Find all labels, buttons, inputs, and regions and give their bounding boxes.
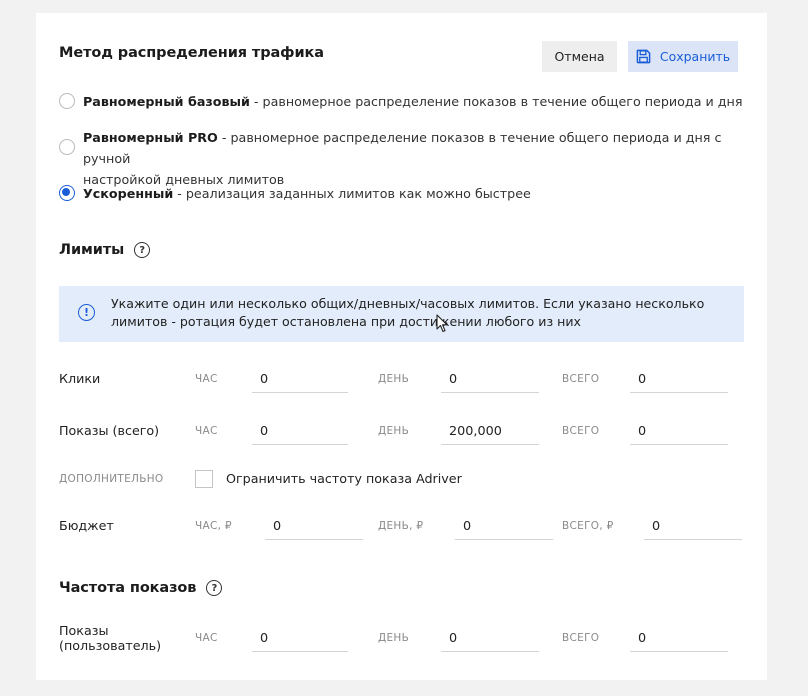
extra-label: ДОПОЛНИТЕЛЬНО [59,473,164,485]
budget-hour-label: ЧАС, ₽ [195,520,232,532]
settings-card: Метод распределения трафика Отмена Сохра… [36,13,767,680]
limits-header: Лимиты ? [59,242,151,258]
limits-section-title: Лимиты [59,242,125,258]
floppy-disk-icon [636,49,651,64]
user-impressions-label: Показы (пользователь) [59,623,162,653]
user-day-label: ДЕНЬ [378,632,410,644]
impressions-day-label: ДЕНЬ [378,425,410,437]
radio-button[interactable] [59,93,75,109]
clicks-day-label: ДЕНЬ [378,373,410,385]
mouse-cursor-icon [436,314,448,333]
impressions-hour-input[interactable]: 0 [252,419,348,445]
impressions-day-input[interactable]: 200,000 [441,419,539,445]
clicks-label: Клики [59,371,101,386]
impressions-total-input[interactable]: 0 [630,419,728,445]
impressions-hour-label: ЧАС [195,425,218,437]
budget-day-label: ДЕНЬ, ₽ [378,520,424,532]
budget-total-input[interactable]: 0 [644,514,742,540]
info-icon: ! [78,304,95,321]
budget-hour-input[interactable]: 0 [265,514,363,540]
clicks-hour-input[interactable]: 0 [252,367,348,393]
budget-label: Бюджет [59,518,114,533]
frequency-limit-checkbox[interactable] [195,470,213,488]
impressions-total-label: ВСЕГО [562,425,600,437]
user-hour-label: ЧАС [195,632,218,644]
frequency-section-title: Частота показов [59,580,197,596]
impressions-label: Показы (всего) [59,423,160,438]
cancel-button-label: Отмена [554,49,605,64]
user-total-input[interactable]: 0 [630,626,728,652]
budget-total-label: ВСЕГО, ₽ [562,520,614,532]
info-text: Укажите один или несколько общих/дневных… [111,296,705,329]
radio-option-accelerated[interactable]: Ускоренный - реализация заданных лимитов… [59,183,531,204]
frequency-limit-checkbox-label[interactable]: Ограничить частоту показа Adriver [226,471,462,486]
clicks-hour-label: ЧАС [195,373,218,385]
traffic-section-title: Метод распределения трафика [59,45,324,61]
option-title: Равномерный PRO [83,130,218,145]
option-title: Ускоренный [83,186,174,201]
cancel-button[interactable]: Отмена [542,41,617,72]
clicks-day-input[interactable]: 0 [441,367,539,393]
save-button[interactable]: Сохранить [628,41,738,72]
radio-button-selected[interactable] [59,185,75,201]
radio-option-uniform-basic[interactable]: Равномерный базовый - равномерное распре… [59,91,743,112]
limits-info-banner: ! Укажите один или несколько общих/дневн… [59,286,744,342]
user-hour-input[interactable]: 0 [252,626,348,652]
user-total-label: ВСЕГО [562,632,600,644]
frequency-header: Частота показов ? [59,580,223,596]
save-button-label: Сохранить [659,49,731,64]
budget-day-input[interactable]: 0 [455,514,553,540]
clicks-total-label: ВСЕГО [562,373,600,385]
clicks-total-input[interactable]: 0 [630,367,728,393]
option-description: - реализация заданных лимитов как можно … [173,186,531,201]
radio-button[interactable] [59,139,75,155]
help-icon[interactable]: ? [134,242,151,258]
help-icon[interactable]: ? [206,580,223,596]
option-description: - равномерное распределение показов в те… [249,94,743,109]
user-day-input[interactable]: 0 [441,626,539,652]
option-title: Равномерный базовый [83,94,250,109]
